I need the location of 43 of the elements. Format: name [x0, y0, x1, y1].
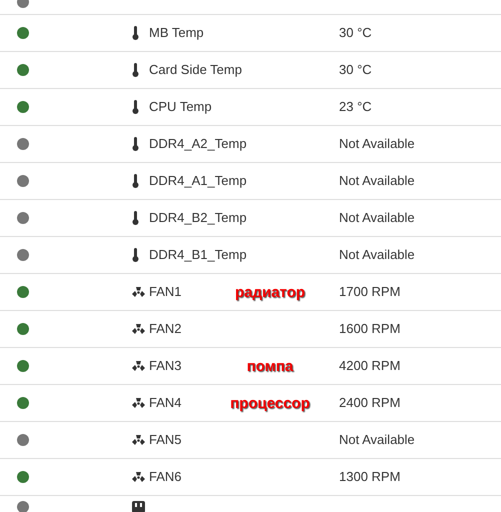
thermometer-icon: [132, 26, 139, 40]
fan-icon: [132, 324, 145, 334]
fan-icon: [132, 434, 145, 446]
annotation-label: помпа: [246, 358, 294, 374]
sensor-name: DDR4_A1_Temp: [149, 173, 247, 189]
sensor-name: MB Temp: [149, 25, 204, 41]
fan-icon: [132, 398, 145, 408]
sensor-name: FAN3: [149, 358, 182, 374]
sensor-value: Not Available: [339, 247, 415, 263]
sensor-value: 4200 RPM: [339, 358, 400, 374]
sensor-value: 1300 RPM: [339, 469, 400, 485]
sensor-name: FAN1: [149, 284, 182, 300]
sensor-name: DDR4_B1_Temp: [149, 247, 247, 263]
thermometer-icon: [132, 248, 139, 262]
sensor-value: 23 °C: [339, 99, 372, 115]
power-supply-icon: [132, 501, 145, 512]
sensor-value: 30 °C: [339, 62, 372, 78]
fan-icon: [132, 286, 145, 298]
thermometer-icon: [132, 63, 139, 77]
sensor-value: Not Available: [339, 210, 415, 226]
sensor-value: Not Available: [339, 432, 415, 448]
annotation-label: радиатор: [234, 284, 306, 300]
fan-icon: [132, 360, 145, 372]
sensor-name: Card Side Temp: [149, 62, 242, 78]
sensor-name: FAN4: [149, 395, 182, 411]
fan-icon: [132, 472, 145, 482]
thermometer-icon: [132, 137, 139, 151]
sensor-value: 1600 RPM: [339, 321, 400, 337]
annotation-label: процессор: [230, 394, 310, 412]
sensor-name: FAN5: [149, 432, 182, 448]
thermometer-icon: [132, 174, 139, 188]
thermometer-icon: [132, 100, 139, 114]
sensor-value: 30 °C: [339, 25, 372, 41]
sensor-name: CPU Temp: [149, 99, 212, 115]
sensor-name: FAN6: [149, 469, 182, 485]
sensor-value: 1700 RPM: [339, 284, 400, 300]
sensor-name: DDR4_A2_Temp: [149, 136, 247, 152]
sensor-value: Not Available: [339, 136, 415, 152]
thermometer-icon: [132, 211, 139, 225]
sensor-name: DDR4_B2_Temp: [149, 210, 247, 226]
sensor-value: 2400 RPM: [339, 395, 400, 411]
sensor-name: FAN2: [149, 321, 182, 337]
sensor-value: Not Available: [339, 173, 415, 189]
